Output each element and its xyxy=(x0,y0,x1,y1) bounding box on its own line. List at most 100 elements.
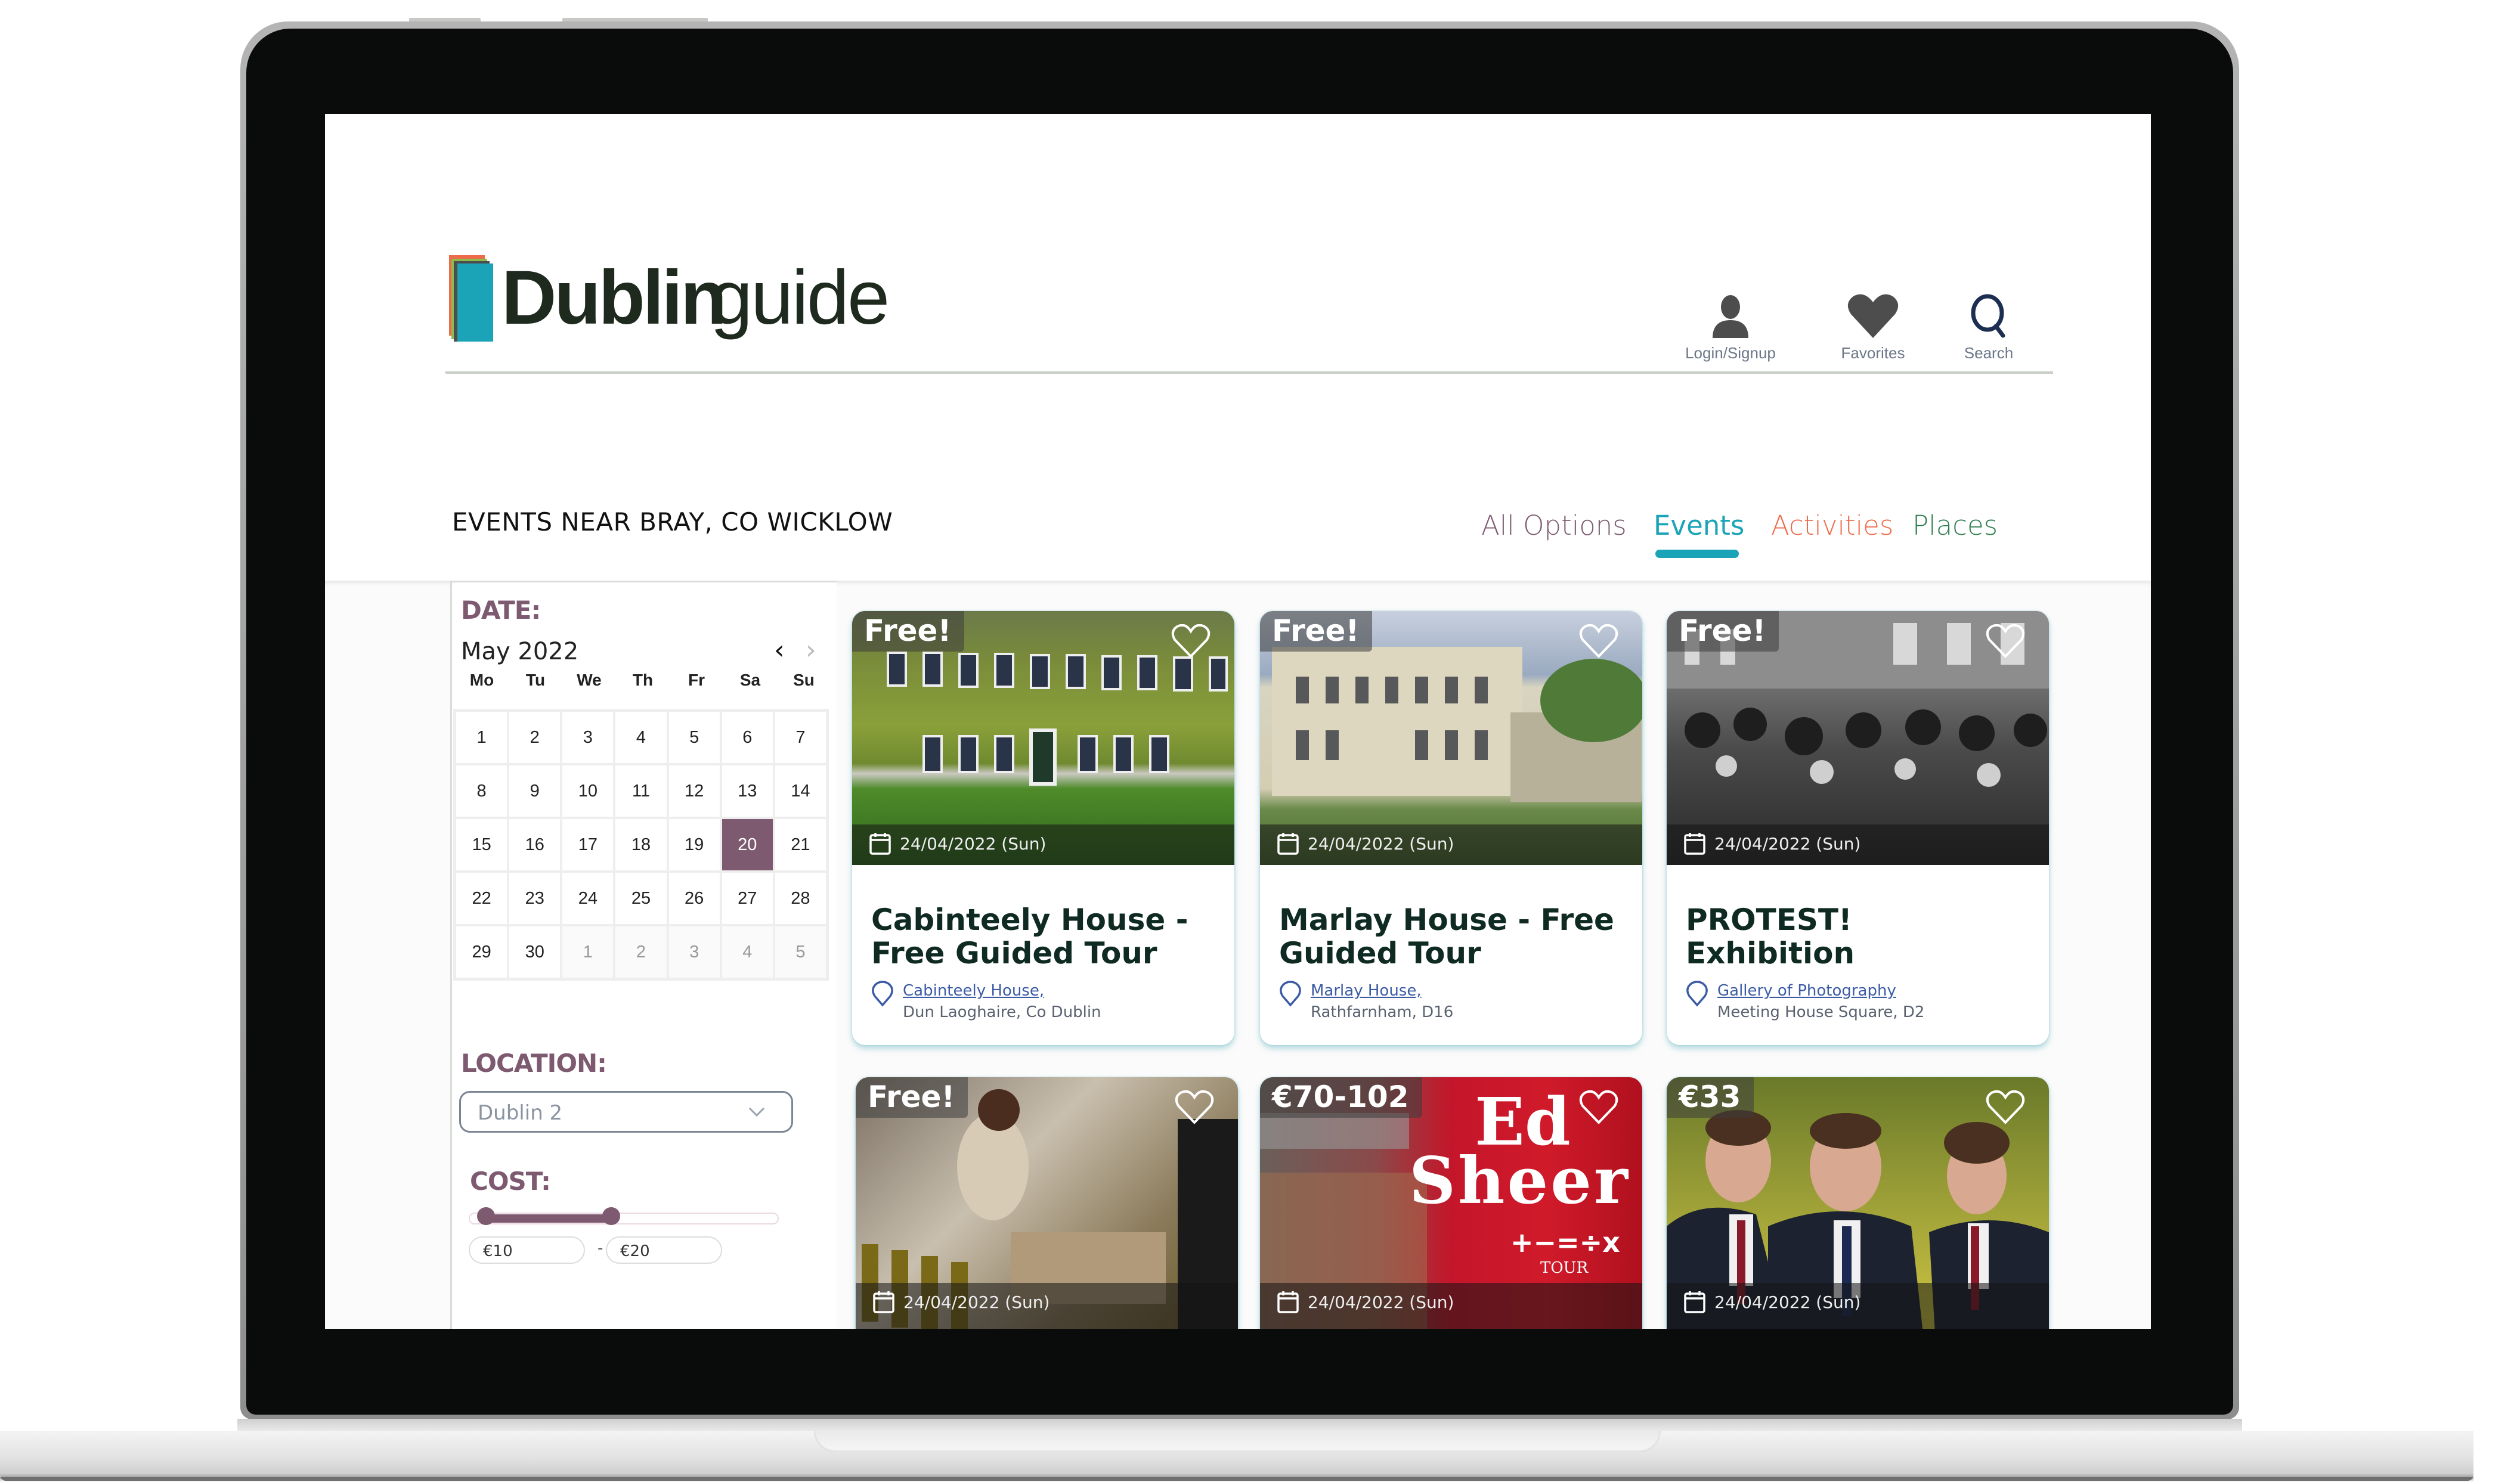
tab-activities[interactable]: Activities xyxy=(1771,510,1893,541)
cost-min-input[interactable]: €10 xyxy=(469,1236,585,1264)
calendar-day[interactable]: 1 xyxy=(455,711,509,764)
filters-sidebar: DATE: May 2022 ‹ › Mo Tu We Th Fr Sa Su 123456… xyxy=(450,581,837,1329)
date-bar: 24/04/2022 (Sun) xyxy=(852,824,1234,865)
venue-link[interactable]: Gallery of Photography xyxy=(1717,982,1896,1000)
calendar-day[interactable]: 6 xyxy=(720,711,774,764)
event-card[interactable]: Ed Sheer +−=÷x TOUR €70-102 24/04/2022 (… xyxy=(1260,1077,1642,1329)
calendar-day[interactable]: 15 xyxy=(455,818,509,872)
laptop-shadow xyxy=(0,1477,2473,1482)
calendar-icon xyxy=(869,833,891,855)
event-title[interactable]: PROTEST! Exhibition xyxy=(1686,903,1865,970)
price-badge: €33 xyxy=(1667,1077,1754,1118)
calendar-day[interactable]: 4 xyxy=(614,711,668,764)
search-button[interactable]: Search xyxy=(1929,293,2048,370)
calendar-day[interactable]: 8 xyxy=(455,764,509,818)
event-date: 24/04/2022 (Sun) xyxy=(1714,834,1861,854)
events-categories-label: EVENTS CATEGORIES: xyxy=(469,1328,777,1329)
calendar-day[interactable]: 5 xyxy=(667,711,721,764)
calendar-day[interactable]: 22 xyxy=(455,872,509,925)
calendar-month: May 2022 xyxy=(461,638,579,665)
calendar-icon xyxy=(1684,833,1705,855)
calendar-day[interactable]: 17 xyxy=(561,818,615,872)
laptop-notch xyxy=(814,1431,1661,1452)
event-card[interactable]: Free! 24/04/2022 (Sun) Cabinteely House … xyxy=(852,611,1234,1045)
calendar-day[interactable]: 29 xyxy=(455,925,509,979)
weekday-label: Sa xyxy=(739,671,761,689)
tab-all-options[interactable]: All Options xyxy=(1481,510,1627,541)
calendar-day[interactable]: 14 xyxy=(773,764,827,818)
calendar-day[interactable]: 12 xyxy=(667,764,721,818)
favorites-button[interactable]: Favorites xyxy=(1813,293,1933,370)
venue-address: Rathfarnham, D16 xyxy=(1311,1003,1454,1021)
browser-viewport: Dublin guide Login/Signup Favorites Sear… xyxy=(325,114,2151,1329)
calendar-day[interactable]: 9 xyxy=(508,764,562,818)
logo-text-light: guide xyxy=(710,255,890,340)
calendar-day[interactable]: 28 xyxy=(773,872,827,925)
calendar-icon xyxy=(1277,833,1299,855)
event-card[interactable]: Free! 24/04/2022 (Sun) xyxy=(856,1077,1238,1329)
favorite-heart-icon[interactable] xyxy=(1986,624,2025,659)
location-pin-icon xyxy=(872,981,893,1007)
calendar-day[interactable]: 13 xyxy=(720,764,774,818)
calendar-day[interactable]: 4 xyxy=(720,925,774,979)
calendar-day[interactable]: 27 xyxy=(720,872,774,925)
calendar-day[interactable]: 16 xyxy=(508,818,562,872)
favorites-label: Favorites xyxy=(1841,344,1905,362)
calendar-day[interactable]: 5 xyxy=(773,925,827,979)
calendar-day[interactable]: 10 xyxy=(561,764,615,818)
poster-text-symbols: +−=÷x xyxy=(1510,1226,1620,1258)
calendar-day[interactable]: 30 xyxy=(508,925,562,979)
cost-max-handle[interactable] xyxy=(602,1207,621,1225)
calendar-day[interactable]: 24 xyxy=(561,872,615,925)
chevron-down-icon xyxy=(748,1107,765,1117)
calendar-day[interactable]: 3 xyxy=(667,925,721,979)
calendar-day[interactable]: 23 xyxy=(508,872,562,925)
calendar-day[interactable]: 19 xyxy=(667,818,721,872)
tab-places[interactable]: Places xyxy=(1912,510,1998,541)
location-pin-icon xyxy=(1686,981,1708,1007)
calendar-day[interactable]: 26 xyxy=(667,872,721,925)
calendar-day[interactable]: 1 xyxy=(561,925,615,979)
tab-events[interactable]: Events xyxy=(1654,510,1744,541)
venue-link[interactable]: Marlay House, xyxy=(1311,982,1422,1000)
favorite-heart-icon[interactable] xyxy=(1175,1090,1214,1125)
calendar-day[interactable]: 3 xyxy=(561,711,615,764)
cost-min-handle[interactable] xyxy=(477,1207,495,1225)
calendar-day[interactable]: 25 xyxy=(614,872,668,925)
favorite-heart-icon[interactable] xyxy=(1986,1090,2025,1125)
event-date: 24/04/2022 (Sun) xyxy=(1308,834,1454,854)
event-date: 24/04/2022 (Sun) xyxy=(1714,1292,1861,1312)
event-card[interactable]: Free! 24/04/2022 (Sun) PROTEST! Exhibiti… xyxy=(1667,611,2049,1045)
date-bar: 24/04/2022 (Sun) xyxy=(1667,1283,2049,1329)
login-signup-button[interactable]: Login/Signup xyxy=(1671,293,1790,370)
event-title[interactable]: Marlay House - Free Guided Tour xyxy=(1279,903,1631,970)
calendar-day[interactable]: 11 xyxy=(614,764,668,818)
price-badge: Free! xyxy=(856,1077,968,1118)
dublin-guide-logo[interactable]: Dublin guide xyxy=(449,255,920,345)
calendar-day[interactable]: 18 xyxy=(614,818,668,872)
event-card[interactable]: €33 24/04/2022 (Sun) xyxy=(1667,1077,2049,1329)
favorite-heart-icon[interactable] xyxy=(1579,624,1618,659)
heart-icon xyxy=(1847,294,1899,338)
venue-link[interactable]: Cabinteely House, xyxy=(903,982,1044,1000)
calendar-day[interactable]: 7 xyxy=(773,711,827,764)
logo-text-bold: Dublin xyxy=(501,255,727,340)
location-filter-label: LOCATION: xyxy=(461,1049,607,1078)
calendar-day[interactable]: 2 xyxy=(614,925,668,979)
calendar-day[interactable]: 2 xyxy=(508,711,562,764)
price-badge: Free! xyxy=(1260,611,1373,652)
cost-max-input[interactable]: €20 xyxy=(606,1236,722,1264)
favorite-heart-icon[interactable] xyxy=(1579,1090,1618,1125)
favorite-heart-icon[interactable] xyxy=(1171,624,1211,659)
location-select-value: Dublin 2 xyxy=(478,1101,563,1125)
event-card[interactable]: Free! 24/04/2022 (Sun) Marlay House - Fr… xyxy=(1260,611,1642,1045)
weekday-label: We xyxy=(577,671,602,689)
date-bar: 24/04/2022 (Sun) xyxy=(1260,1283,1642,1329)
calendar-prev-button[interactable]: ‹ xyxy=(774,635,785,665)
calendar-day[interactable]: 21 xyxy=(773,818,827,872)
location-select[interactable]: Dublin 2 xyxy=(459,1091,793,1133)
calendar-next-button[interactable]: › xyxy=(806,635,816,665)
date-bar: 24/04/2022 (Sun) xyxy=(1260,824,1642,865)
event-title[interactable]: Cabinteely House - Free Guided Tour xyxy=(871,903,1223,970)
calendar-day-selected[interactable]: 20 xyxy=(720,818,774,872)
